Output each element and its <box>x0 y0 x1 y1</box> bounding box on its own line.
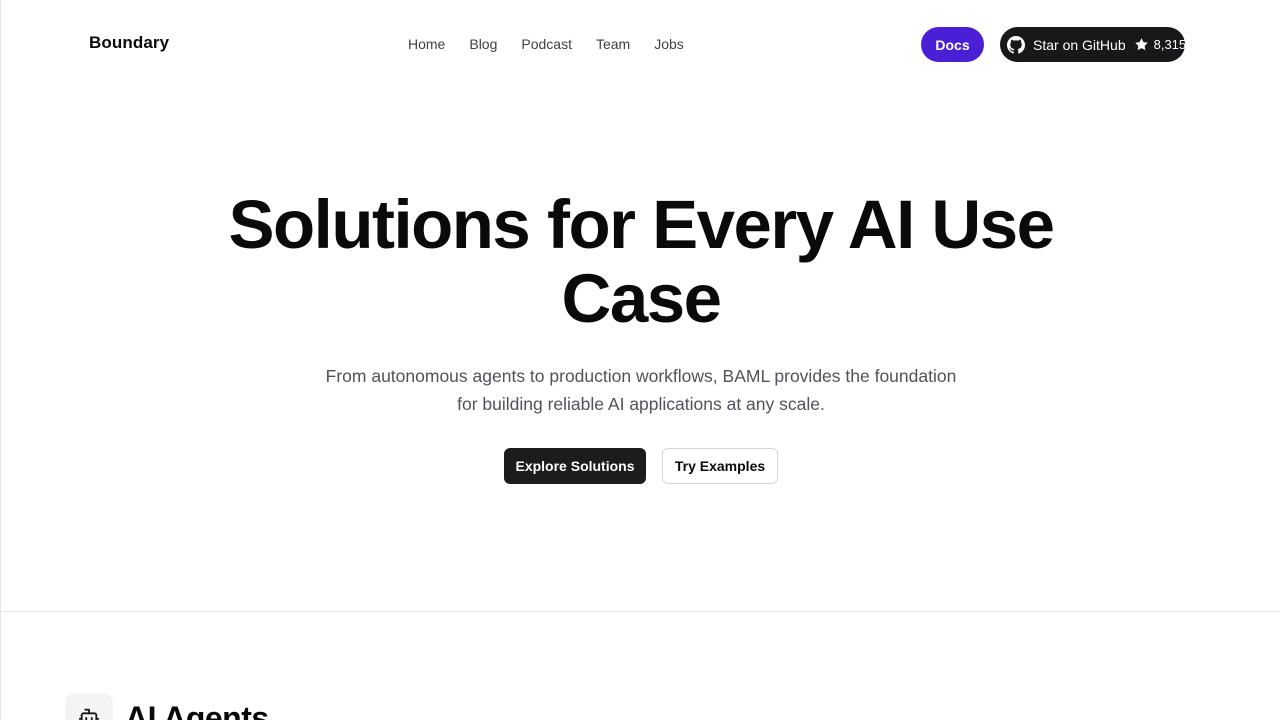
github-star-label: Star on GitHub <box>1033 36 1126 53</box>
github-star-button[interactable]: Star on GitHub 8,315 <box>1000 27 1187 62</box>
hero-subtitle-line-1: From autonomous agents to production wor… <box>325 366 957 386</box>
site-header: Boundary Home Blog Podcast Team Jobs Doc… <box>1 0 1280 88</box>
star-icon <box>1134 37 1149 52</box>
section-divider <box>1 611 1280 612</box>
section-title: AI Agents <box>125 700 269 720</box>
main-nav: Home Blog Podcast Team Jobs <box>408 36 708 52</box>
hero-subtitle-line-2: for building reliable AI applications at… <box>457 394 825 414</box>
robot-icon <box>65 693 113 720</box>
brand-logo[interactable]: Boundary <box>89 33 169 53</box>
nav-team[interactable]: Team <box>596 36 630 52</box>
hero-title: Solutions for Every AI Use Case <box>1 188 1280 336</box>
hero-title-line-2: Case <box>561 260 722 337</box>
hero-title-line-1: Solutions for Every AI Use <box>228 186 1055 263</box>
nav-podcast[interactable]: Podcast <box>521 36 572 52</box>
explore-solutions-button[interactable]: Explore Solutions <box>504 448 646 484</box>
nav-blog[interactable]: Blog <box>469 36 497 52</box>
page: Boundary Home Blog Podcast Team Jobs Doc… <box>0 0 1280 720</box>
try-examples-button[interactable]: Try Examples <box>662 448 778 484</box>
github-icon <box>1007 35 1025 54</box>
hero-subtitle: From autonomous agents to production wor… <box>291 362 991 418</box>
github-star-count: 8,315 <box>1153 37 1187 52</box>
nav-home[interactable]: Home <box>408 36 445 52</box>
docs-button[interactable]: Docs <box>921 27 984 62</box>
nav-jobs[interactable]: Jobs <box>654 36 684 52</box>
